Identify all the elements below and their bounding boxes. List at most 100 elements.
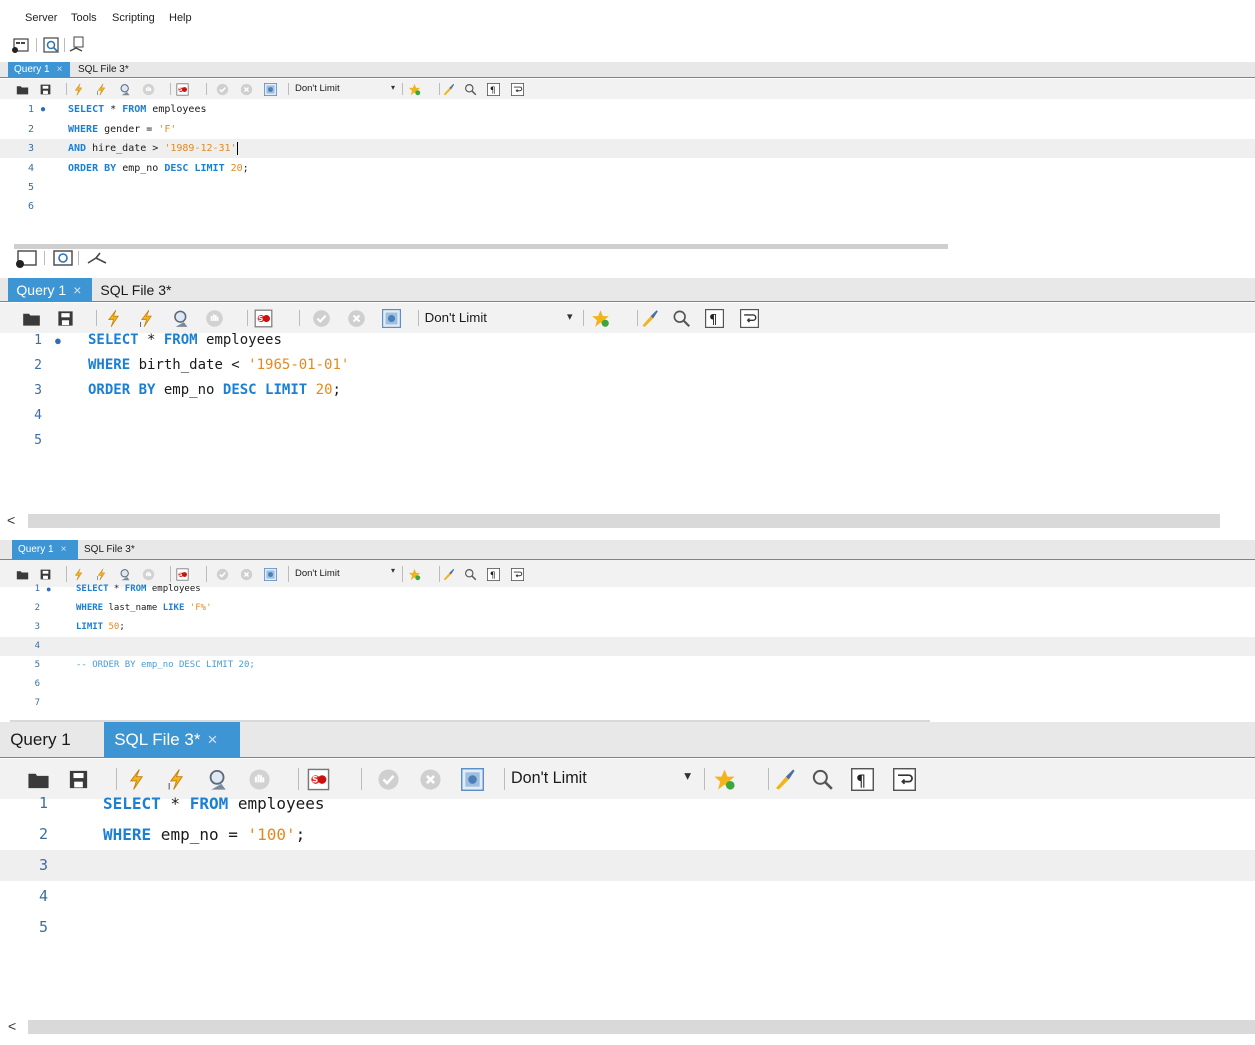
line-number: 3 (34, 621, 40, 632)
line-number: 7 (34, 697, 40, 708)
word-wrap-icon[interactable] (740, 308, 760, 328)
line-number: 5 (34, 432, 42, 448)
sql-editor[interactable]: 1 ● SELECT * FROM employees 2 WHERE last_nam… (0, 584, 1255, 722)
tab-sql-file-3[interactable]: SQL File 3* (72, 62, 152, 77)
code-line: 5 (0, 178, 1255, 197)
line-number: 1 (27, 104, 34, 116)
sql-editor[interactable]: 1 ● SELECT * FROM employees 2 WHERE birth_da… (0, 332, 1255, 534)
chevron-down-icon[interactable]: ▾ (391, 83, 395, 92)
limit-rows-select[interactable]: Don't Limit (288, 82, 396, 96)
scroll-left-icon[interactable]: < (7, 512, 15, 528)
toolbar-separator (402, 83, 403, 95)
horizontal-scrollbar[interactable] (28, 1020, 1255, 1034)
menu-scripting[interactable]: Scripting (112, 12, 155, 24)
tab-query-1[interactable]: Query 1 × (8, 278, 92, 301)
execute-lightning-icon[interactable] (72, 83, 85, 96)
code-line: 6 (0, 675, 1255, 694)
save-icon[interactable] (56, 309, 75, 328)
explain-magnifier-icon[interactable] (119, 83, 132, 96)
execute-current-icon[interactable]: I (95, 83, 108, 96)
open-folder-icon[interactable] (22, 309, 41, 328)
toolbar-separator (298, 309, 300, 327)
toggle-error-icon[interactable]: S (254, 309, 273, 328)
code-line: 4 (0, 636, 1255, 656)
sql-editor[interactable]: 1 ● SELECT * FROM employees 2 WHERE gender =… (0, 99, 1255, 246)
menu-tools[interactable]: Tools (71, 12, 97, 24)
explain-icon[interactable] (69, 36, 84, 52)
main-toolbar (14, 249, 134, 276)
execute-current-icon[interactable]: I (137, 309, 156, 328)
toolbar-separator (206, 83, 207, 95)
tab-query-1[interactable]: Query 1 × (8, 62, 70, 77)
tab-sql-file-3[interactable]: SQL File 3* × (104, 722, 240, 757)
tab-sql-file-3[interactable]: SQL File 3* (92, 278, 186, 301)
menu-server[interactable]: Server (25, 12, 57, 24)
tab-query-1[interactable]: Query 1 × (12, 540, 78, 559)
execute-lightning-icon[interactable] (104, 309, 123, 328)
menu-help[interactable]: Help (169, 12, 192, 24)
line-number: 2 (38, 824, 48, 843)
commit-icon[interactable] (312, 309, 331, 328)
format-brush-icon[interactable] (640, 309, 659, 328)
explain-icon[interactable] (87, 252, 107, 264)
code-line: 3 (0, 849, 1255, 881)
toggle-error-icon[interactable]: S (175, 82, 189, 96)
find-icon[interactable] (464, 83, 477, 96)
sql-editor[interactable]: 1 SELECT * FROM employees 2 WHERE emp_no = … (0, 794, 1255, 1045)
chevron-down-icon[interactable]: ▾ (391, 566, 395, 575)
explain-magnifier-icon[interactable] (172, 309, 191, 328)
code-line: 3 LIMIT 50; (0, 618, 1255, 637)
toolbar-separator (66, 83, 67, 95)
code-text: -- ORDER BY emp_no DESC LIMIT 20; (76, 659, 255, 670)
tab-label: SQL File 3* (78, 64, 129, 75)
stop-icon[interactable] (142, 83, 155, 96)
svg-text:S: S (178, 572, 182, 578)
autocommit-icon[interactable] (382, 308, 401, 328)
chevron-down-icon[interactable]: ▾ (567, 310, 573, 323)
inspector-icon[interactable] (43, 37, 59, 53)
line-number: 1 (38, 793, 48, 812)
code-text: WHERE birth_date < '1965-01-01' (88, 356, 350, 373)
invisible-chars-icon[interactable]: ¶ (486, 82, 500, 96)
open-folder-icon[interactable] (16, 83, 29, 96)
code-line: 1 ● SELECT * FROM employees (0, 328, 1255, 353)
autocommit-icon[interactable] (263, 82, 277, 96)
line-number: 2 (34, 357, 42, 373)
new-tab-icon[interactable] (12, 38, 29, 53)
close-tab-icon[interactable]: × (73, 282, 81, 298)
line-number: 4 (34, 407, 42, 423)
rollback-icon[interactable] (240, 83, 253, 96)
close-tab-icon[interactable]: × (57, 64, 63, 75)
close-tab-icon[interactable]: × (207, 730, 217, 750)
commit-icon[interactable] (216, 83, 229, 96)
save-icon[interactable] (39, 83, 52, 96)
line-number: 4 (34, 640, 40, 651)
rollback-icon[interactable] (347, 309, 366, 328)
horizontal-scrollbar[interactable] (28, 514, 1220, 528)
beautify-star-icon[interactable] (591, 309, 610, 328)
svg-text:I: I (96, 91, 97, 96)
code-line: 5 (0, 428, 1255, 453)
tab-label: SQL File 3* (84, 544, 135, 555)
line-number: 4 (27, 162, 34, 174)
code-text: SELECT * FROM employees (103, 793, 325, 813)
invisible-chars-icon[interactable]: ¶ (705, 308, 725, 328)
toolbar-separator (582, 309, 584, 327)
inspector-icon[interactable] (53, 250, 73, 266)
limit-rows-select[interactable]: Don't Limit (418, 308, 575, 328)
stop-icon[interactable] (205, 309, 224, 328)
format-brush-icon[interactable] (442, 83, 455, 96)
statement-marker-icon: ● (54, 332, 62, 348)
word-wrap-icon[interactable] (510, 82, 524, 96)
new-tab-icon[interactable] (16, 250, 37, 268)
tab-sql-file-3[interactable]: SQL File 3* (78, 540, 148, 559)
scroll-left-icon[interactable]: < (8, 1018, 16, 1034)
close-tab-icon[interactable]: × (61, 544, 67, 555)
horizontal-scrollbar[interactable] (14, 244, 948, 249)
tab-query-1[interactable]: Query 1 (0, 722, 98, 757)
svg-text:S: S (178, 87, 182, 93)
line-number: 1 (34, 583, 40, 594)
chevron-down-icon[interactable]: ▾ (684, 768, 691, 784)
beautify-star-icon[interactable] (408, 83, 421, 96)
find-icon[interactable] (672, 309, 691, 328)
